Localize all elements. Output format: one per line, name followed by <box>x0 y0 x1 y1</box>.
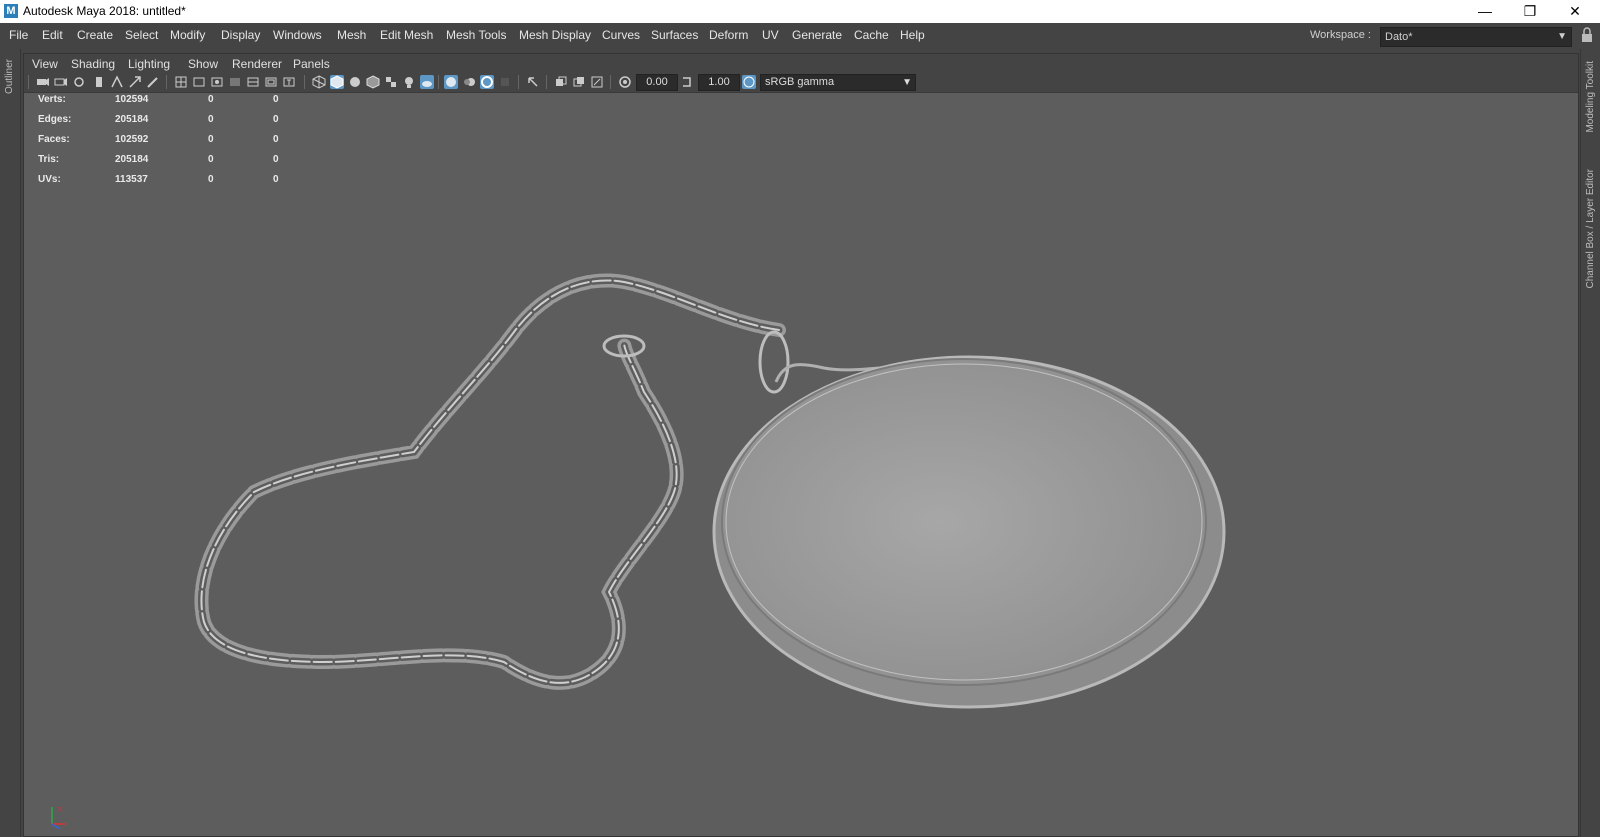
workspace-label: Workspace : <box>1310 29 1371 41</box>
exposure-field[interactable]: 0.00 <box>636 74 678 91</box>
workspace-value: Dato* <box>1385 31 1413 43</box>
chain-model[interactable] <box>194 273 790 690</box>
gamma-field[interactable]: 1.00 <box>698 74 740 91</box>
wireframe-on-shaded-icon[interactable] <box>366 75 380 89</box>
viewport-3d-scene[interactable] <box>24 92 1578 836</box>
panel-menu-view[interactable]: View <box>32 57 58 71</box>
channel-box-tab[interactable]: Channel Box / Layer Editor <box>1585 169 1596 289</box>
xray-joints-icon[interactable] <box>590 75 604 89</box>
right-side-strip: Modeling Toolkit Channel Box / Layer Edi… <box>1580 49 1600 837</box>
menu-modify[interactable]: Modify <box>170 28 205 42</box>
menu-help[interactable]: Help <box>900 28 925 42</box>
panel-menu-renderer[interactable]: Renderer <box>232 57 282 71</box>
panel-toolbar: 0.00 1.00 sRGB gamma ▼ <box>24 72 1578 93</box>
gate-mask-icon[interactable] <box>228 75 242 89</box>
bookmarks-icon[interactable] <box>72 75 86 89</box>
field-chart-icon[interactable] <box>246 75 260 89</box>
panel-menubar: View Shading Lighting Show Renderer Pane… <box>24 54 1578 72</box>
toolbar-separator <box>610 75 611 89</box>
workspace-dropdown[interactable]: Dato* ▼ <box>1380 27 1572 47</box>
xray-icon[interactable] <box>554 75 568 89</box>
toolbar-separator <box>438 75 439 89</box>
menu-mesh[interactable]: Mesh <box>337 28 366 42</box>
screen-space-ao-icon[interactable] <box>444 75 458 89</box>
color-space-value: sRGB gamma <box>765 76 835 88</box>
menu-uv[interactable]: UV <box>762 28 779 42</box>
xray-active-components-icon[interactable] <box>572 75 586 89</box>
2d-pan-zoom-icon[interactable] <box>128 75 142 89</box>
menu-cache[interactable]: Cache <box>854 28 889 42</box>
svg-text:x: x <box>58 806 62 813</box>
default-material-icon[interactable] <box>348 75 362 89</box>
axis-gizmo-icon: x <box>51 806 66 829</box>
menu-surfaces[interactable]: Surfaces <box>651 28 698 42</box>
isolate-select-icon[interactable] <box>526 75 540 89</box>
restore-button[interactable]: ❐ <box>1507 0 1553 23</box>
select-camera-icon[interactable] <box>36 75 50 89</box>
panel-menu-show[interactable]: Show <box>188 57 218 71</box>
camera-attributes-icon[interactable] <box>54 75 68 89</box>
menu-edit-mesh[interactable]: Edit Mesh <box>380 28 433 42</box>
chevron-down-icon: ▼ <box>902 77 912 88</box>
resolution-gate-icon[interactable] <box>210 75 224 89</box>
depth-of-field-icon[interactable] <box>498 75 512 89</box>
viewport-panel: View Shading Lighting Show Renderer Pane… <box>23 53 1579 837</box>
panel-menu-shading[interactable]: Shading <box>71 57 115 71</box>
close-button[interactable]: ✕ <box>1552 0 1598 23</box>
minimize-button[interactable]: — <box>1462 0 1508 23</box>
window-title: Autodesk Maya 2018: untitled* <box>23 4 186 18</box>
menu-windows[interactable]: Windows <box>273 28 322 42</box>
grease-pencil-icon[interactable] <box>146 75 160 89</box>
title-bar: M Autodesk Maya 2018: untitled* — ❐ ✕ <box>0 0 1600 23</box>
toolbar-separator <box>518 75 519 89</box>
bookmark-flag-icon[interactable] <box>92 75 106 89</box>
gamma-icon[interactable] <box>680 75 694 89</box>
toolbar-separator <box>166 75 167 89</box>
toolbar-separator <box>546 75 547 89</box>
chevron-down-icon: ▼ <box>1557 31 1567 42</box>
menu-deform[interactable]: Deform <box>709 28 748 42</box>
textured-icon[interactable] <box>384 75 398 89</box>
menu-mesh-tools[interactable]: Mesh Tools <box>446 28 506 42</box>
menu-edit[interactable]: Edit <box>42 28 63 42</box>
left-side-strip: Outliner <box>0 49 21 837</box>
motion-blur-icon[interactable] <box>462 75 476 89</box>
menu-file[interactable]: File <box>9 28 28 42</box>
image-plane-icon[interactable] <box>110 75 124 89</box>
safe-action-icon[interactable] <box>264 75 278 89</box>
wireframe-icon[interactable] <box>312 75 326 89</box>
modeling-toolkit-tab[interactable]: Modeling Toolkit <box>1585 61 1596 133</box>
use-all-lights-icon[interactable] <box>402 75 416 89</box>
view-transform-icon[interactable] <box>742 75 756 89</box>
menu-display[interactable]: Display <box>221 28 260 42</box>
menu-mesh-display[interactable]: Mesh Display <box>519 28 591 42</box>
menu-select[interactable]: Select <box>125 28 158 42</box>
panel-menu-lighting[interactable]: Lighting <box>128 57 170 71</box>
smooth-shade-icon[interactable] <box>330 75 344 89</box>
panel-menu-panels[interactable]: Panels <box>293 57 330 71</box>
toolbar-separator <box>28 75 29 89</box>
exposure-icon[interactable] <box>618 75 632 89</box>
pendant-disc-model[interactable] <box>712 355 1226 709</box>
menu-curves[interactable]: Curves <box>602 28 640 42</box>
multisample-aa-icon[interactable] <box>480 75 494 89</box>
outliner-tab[interactable]: Outliner <box>4 59 15 94</box>
shadows-icon[interactable] <box>420 75 434 89</box>
lock-icon[interactable] <box>1581 27 1593 43</box>
toolbar-separator <box>304 75 305 89</box>
film-gate-icon[interactable] <box>192 75 206 89</box>
safe-title-icon[interactable] <box>282 75 296 89</box>
maya-logo-icon: M <box>4 4 18 18</box>
grid-icon[interactable] <box>174 75 188 89</box>
menu-generate[interactable]: Generate <box>792 28 842 42</box>
menu-create[interactable]: Create <box>77 28 113 42</box>
color-space-dropdown[interactable]: sRGB gamma ▼ <box>760 74 916 91</box>
